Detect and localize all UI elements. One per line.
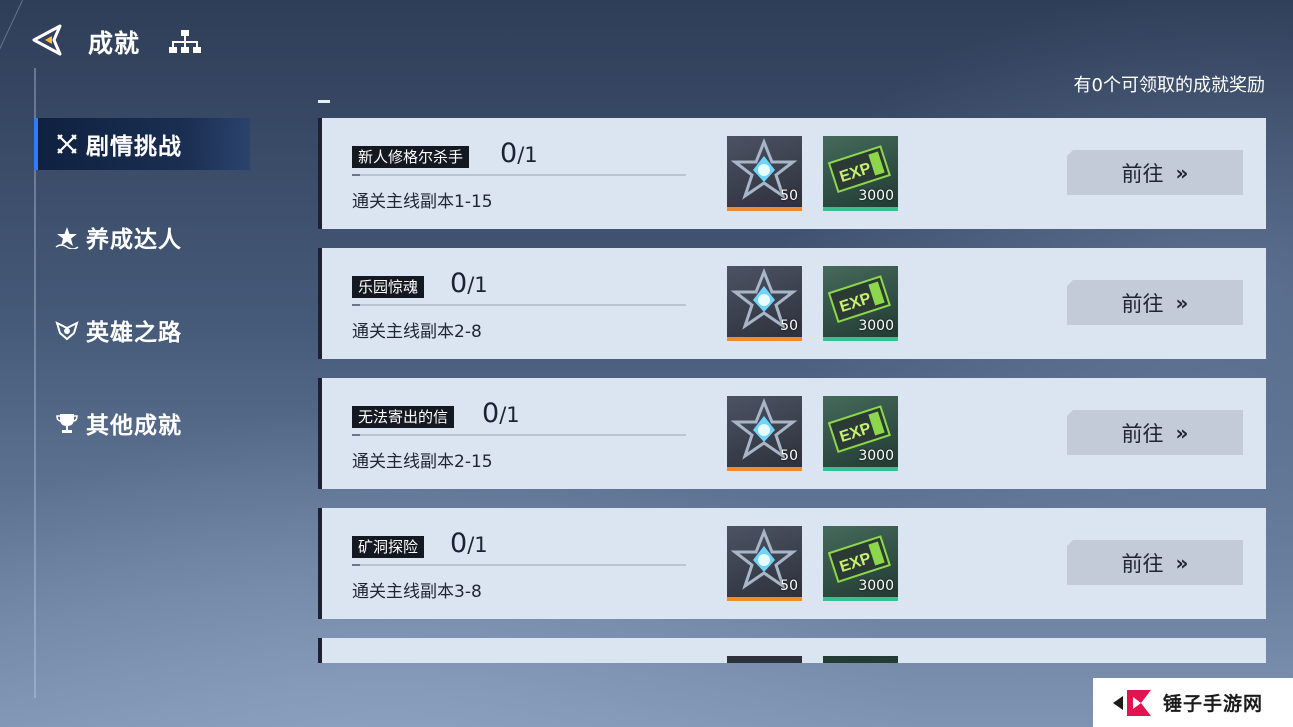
scroll-indicator	[318, 100, 330, 103]
reward-item-crystal[interactable]: 50	[727, 136, 802, 211]
progress-current: 0	[450, 528, 468, 559]
reward-item-crystal[interactable]: 50	[727, 266, 802, 341]
goto-button-label: 前往	[1121, 161, 1164, 186]
reward-item-exp[interactable]: EXP 3000	[823, 136, 898, 211]
reward-item-crystal[interactable]: 50	[727, 526, 802, 601]
achievement-card: 矿洞探险 0/1 通关主线副本3-8 50 EXP 3000 前往 »	[318, 508, 1266, 619]
progress-total: /1	[467, 533, 488, 557]
achievement-card: 无法寄出的信 0/1 通关主线副本2-15 50 EXP 3000 前往 »	[318, 378, 1266, 489]
goto-button-label: 前往	[1121, 291, 1164, 316]
reward-item-crystal	[727, 656, 802, 663]
progress-bar-fill	[352, 174, 360, 176]
goto-button[interactable]: 前往 »	[1067, 410, 1243, 455]
progress-bar-fill	[352, 564, 360, 566]
hierarchy-icon	[169, 30, 201, 53]
achievement-card: 乐园惊魂 0/1 通关主线副本2-8 50 EXP 3000 前往 »	[318, 248, 1266, 359]
achievement-description: 通关主线副本2-8	[352, 322, 482, 342]
back-button[interactable]	[30, 22, 64, 58]
achievement-progress: 0/1	[500, 138, 538, 169]
achievement-description: 通关主线副本2-15	[352, 452, 493, 472]
progress-total: /1	[467, 273, 488, 297]
sidebar-item-label: 剧情挑战	[86, 134, 182, 160]
goto-button-label: 前往	[1121, 421, 1164, 446]
double-chevron-icon: »	[1175, 550, 1189, 575]
watermark-text: 锤子手游网	[1163, 693, 1264, 715]
progress-total: /1	[499, 403, 520, 427]
achievement-name: 无法寄出的信	[352, 406, 455, 428]
achievement-list[interactable]: 新人修格尔杀手 0/1 通关主线副本1-15 50 EXP 3000 前往 » …	[318, 118, 1266, 663]
hierarchy-button[interactable]	[168, 28, 202, 56]
achievement-name: 矿洞探险	[352, 536, 425, 558]
achievement-name: 乐园惊魂	[352, 276, 425, 298]
reward-item-crystal[interactable]: 50	[727, 396, 802, 471]
achievement-progress: 0/1	[482, 398, 520, 429]
reward-quantity: 50	[780, 318, 798, 334]
reward-item-exp[interactable]: EXP 3000	[823, 526, 898, 601]
achievement-card-partial	[318, 638, 1266, 663]
back-arrow-icon	[32, 24, 62, 56]
double-chevron-icon: »	[1175, 420, 1189, 445]
sidebar-item-training-master[interactable]: 养成达人	[34, 211, 250, 263]
progress-bar	[352, 304, 686, 306]
sidebar-item-hero-road[interactable]: 英雄之路	[34, 304, 250, 356]
reward-quantity: 50	[780, 448, 798, 464]
progress-total: /1	[517, 143, 538, 167]
goto-button[interactable]: 前往 »	[1067, 540, 1243, 585]
reward-item-exp[interactable]: EXP 3000	[823, 266, 898, 341]
page-title: 成就	[88, 29, 141, 58]
site-watermark: 锤子手游网	[1093, 678, 1293, 727]
emblem-icon	[54, 317, 80, 343]
double-chevron-icon: »	[1175, 160, 1189, 185]
reward-quantity: 3000	[858, 188, 894, 204]
hammer-logo-icon	[1113, 689, 1151, 716]
achievement-progress: 0/1	[450, 268, 488, 299]
achievement-description: 通关主线副本1-15	[352, 192, 493, 212]
reward-quantity: 3000	[858, 578, 894, 594]
progress-bar	[352, 174, 686, 176]
progress-bar	[352, 434, 686, 436]
reward-quantity: 3000	[858, 318, 894, 334]
achievement-description: 通关主线副本3-8	[352, 582, 482, 602]
achievement-card: 新人修格尔杀手 0/1 通关主线副本1-15 50 EXP 3000 前往 »	[318, 118, 1266, 229]
sidebar-item-other-achievements[interactable]: 其他成就	[34, 397, 250, 449]
trophy-icon	[54, 410, 80, 436]
double-chevron-icon: »	[1175, 290, 1189, 315]
progress-bar	[352, 564, 686, 566]
sidebar-item-label: 养成达人	[86, 227, 182, 253]
header-bar: 成就 有0个可领取的成就奖励	[0, 0, 1293, 96]
achievement-progress: 0/1	[450, 528, 488, 559]
reward-quantity: 50	[780, 578, 798, 594]
progress-current: 0	[482, 398, 500, 429]
progress-bar-fill	[352, 304, 360, 306]
progress-bar-fill	[352, 434, 360, 436]
reward-quantity: 50	[780, 188, 798, 204]
sidebar-item-story-challenge[interactable]: 剧情挑战	[34, 118, 250, 170]
star-wave-icon	[54, 224, 80, 250]
reward-quantity: 3000	[858, 448, 894, 464]
reward-item-exp	[823, 656, 898, 663]
sidebar-item-label: 其他成就	[86, 413, 182, 439]
achievement-name: 新人修格尔杀手	[352, 146, 470, 168]
sidebar-item-label: 英雄之路	[86, 320, 182, 346]
crossed-swords-icon	[54, 131, 80, 157]
reward-item-exp[interactable]: EXP 3000	[823, 396, 898, 471]
progress-current: 0	[450, 268, 468, 299]
goto-button[interactable]: 前往 »	[1067, 280, 1243, 325]
goto-button[interactable]: 前往 »	[1067, 150, 1243, 195]
progress-current: 0	[500, 138, 518, 169]
goto-button-label: 前往	[1121, 551, 1164, 576]
claimable-count-text: 有0个可领取的成就奖励	[1073, 75, 1265, 96]
